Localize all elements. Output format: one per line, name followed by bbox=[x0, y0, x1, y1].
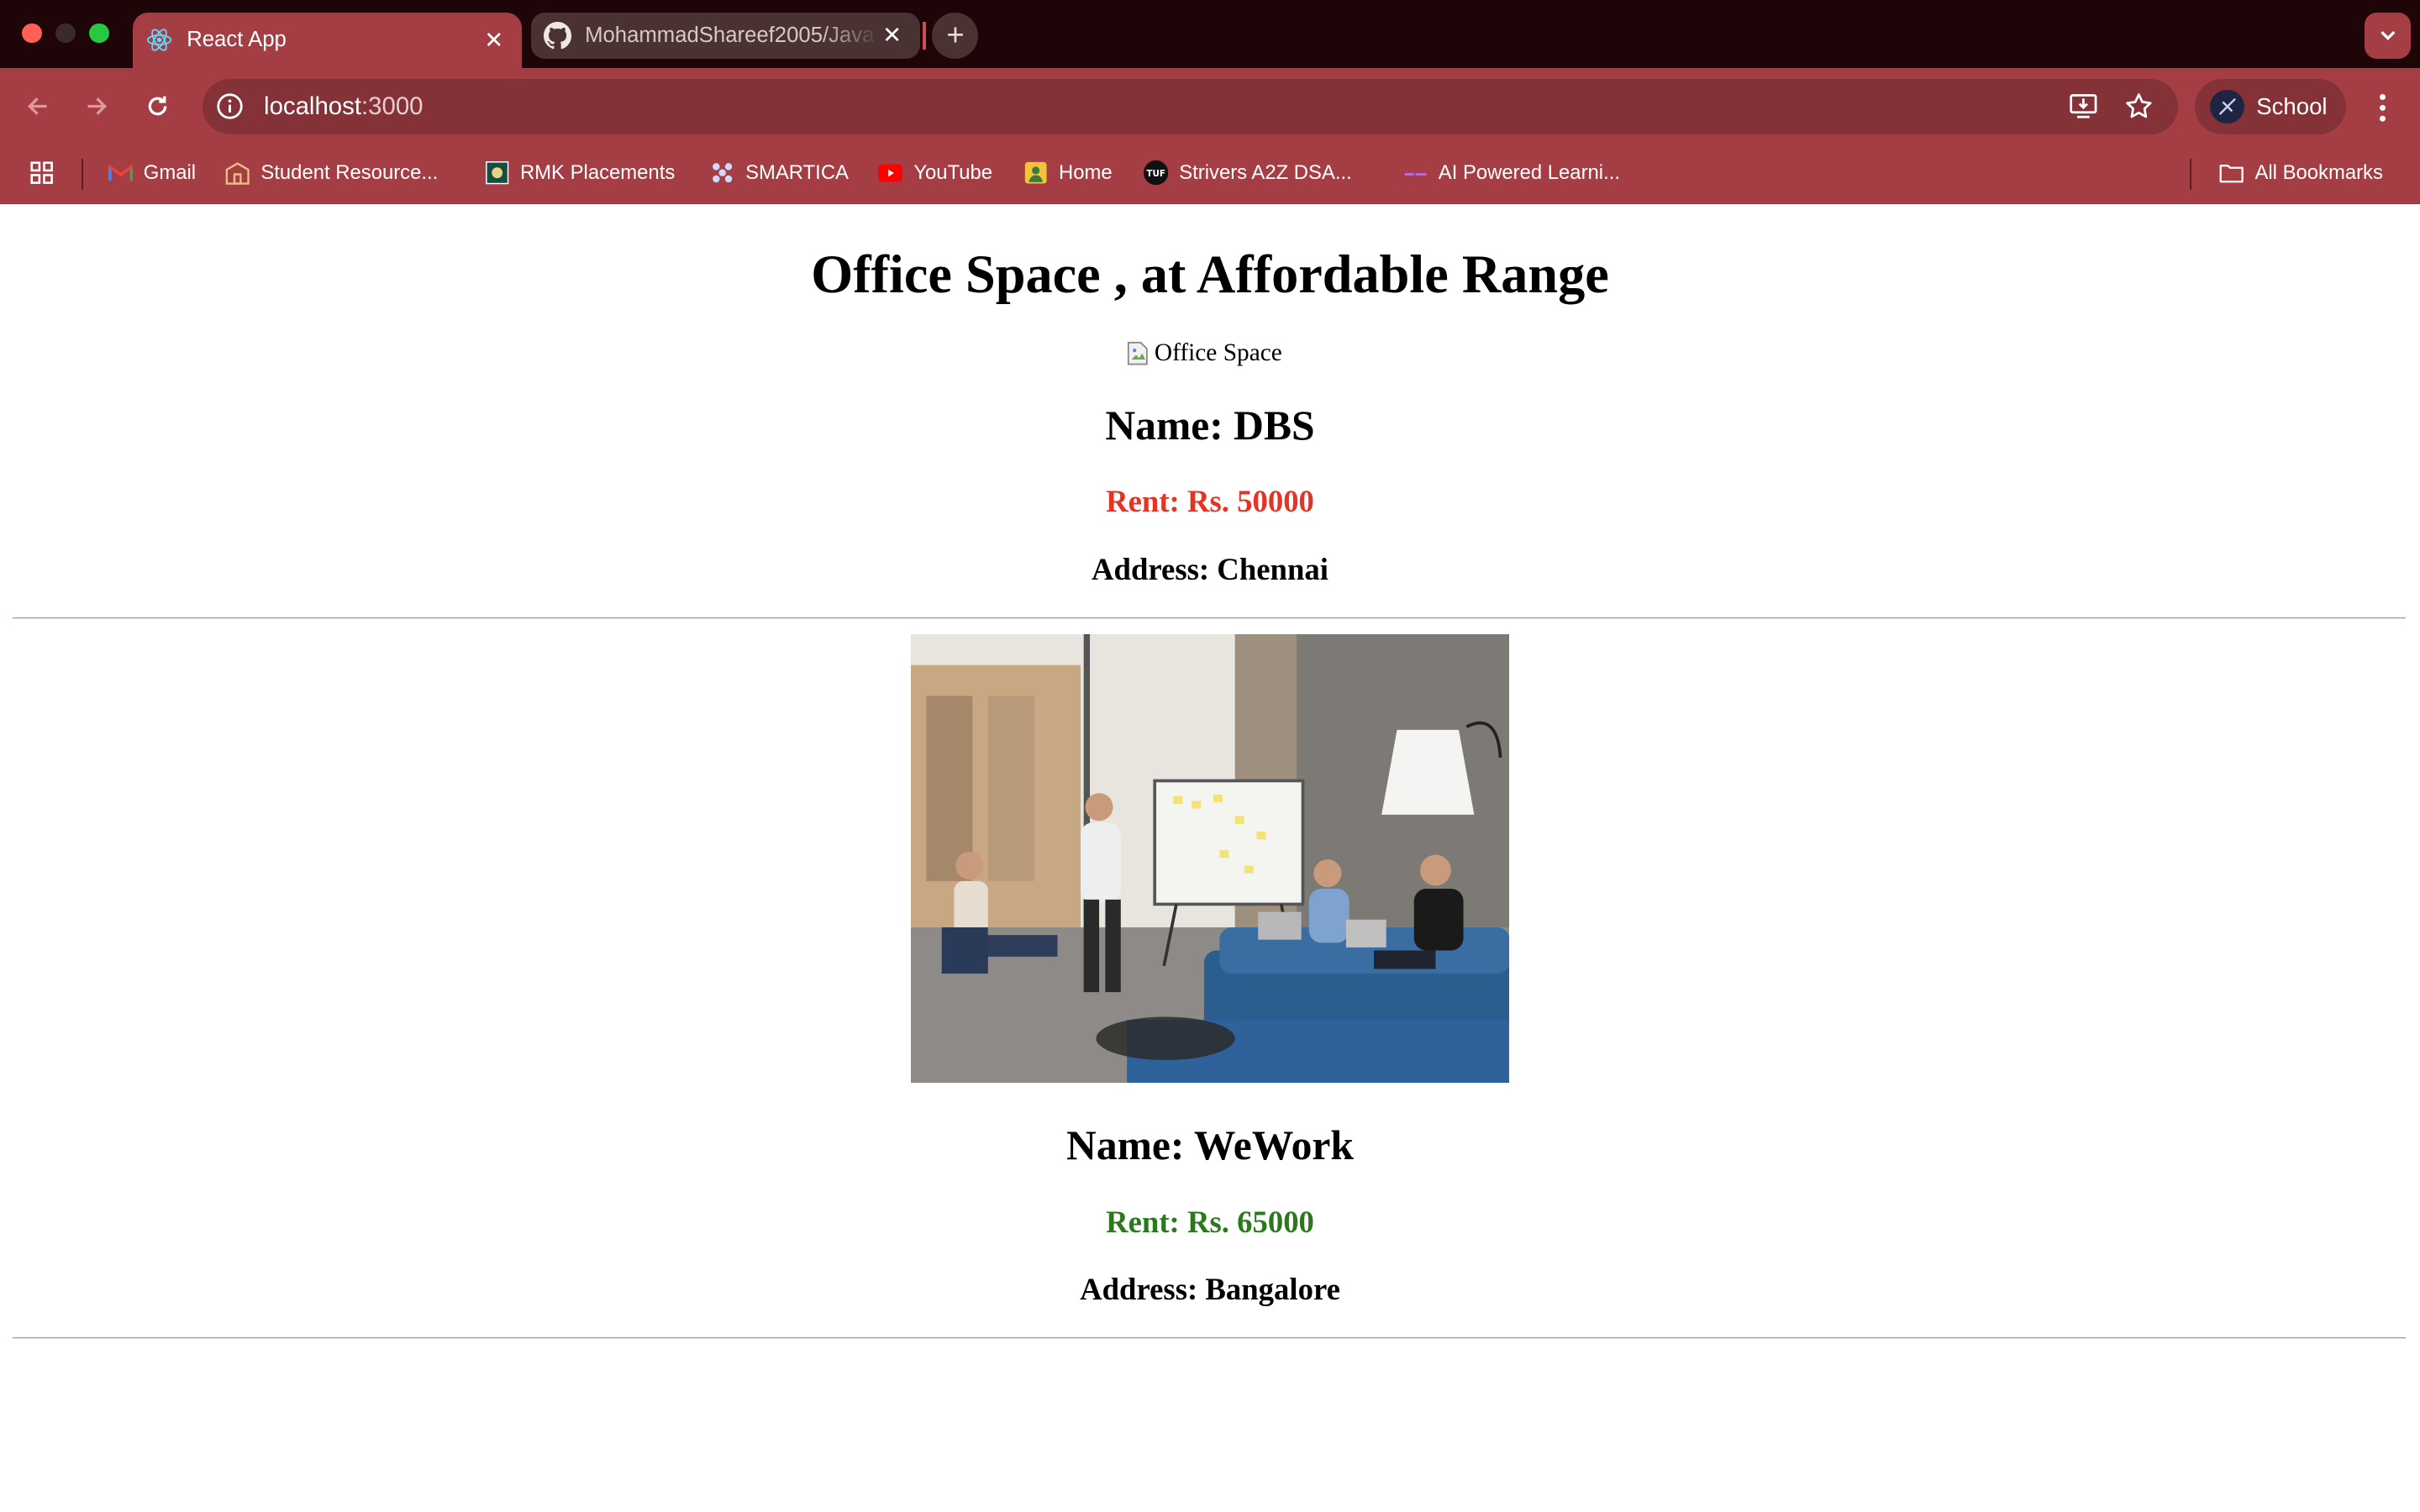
office-name: Name: DBS bbox=[1105, 402, 1315, 449]
office-address: Address: Bangalore bbox=[1080, 1272, 1340, 1307]
office-image-broken: Office Space bbox=[1127, 339, 1282, 367]
page-content: Office Space , at Affordable Range Offic… bbox=[0, 0, 2420, 1512]
divider bbox=[12, 617, 2407, 619]
office-address: Address: Chennai bbox=[1092, 551, 1328, 586]
broken-image-icon bbox=[1127, 341, 1148, 365]
office-rent: Rent: Rs. 65000 bbox=[1106, 1204, 1314, 1239]
divider bbox=[12, 1337, 2407, 1340]
office-image-alt: Office Space bbox=[1154, 339, 1282, 367]
office-photo bbox=[910, 633, 1510, 1084]
page-heading: Office Space , at Affordable Range bbox=[811, 244, 1609, 305]
office-rent: Rent: Rs. 50000 bbox=[1106, 483, 1314, 518]
office-name: Name: WeWork bbox=[1066, 1122, 1354, 1169]
